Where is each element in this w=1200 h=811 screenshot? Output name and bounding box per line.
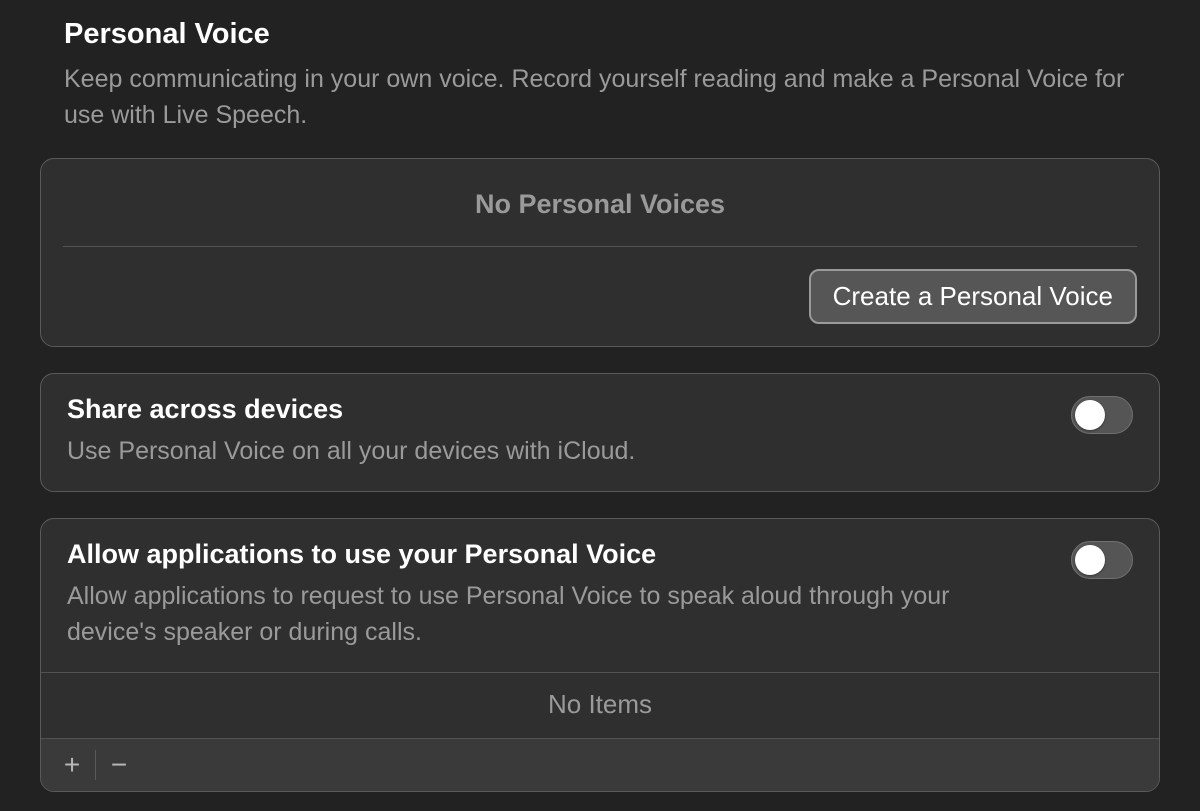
personal-voice-pane: Personal Voice Keep communicating in you… bbox=[0, 0, 1200, 811]
share-across-devices-toggle[interactable] bbox=[1071, 396, 1133, 434]
allow-apps-text: Allow applications to use your Personal … bbox=[67, 539, 1071, 651]
add-app-button[interactable]: + bbox=[49, 745, 95, 785]
personal-voices-empty-text: No Personal Voices bbox=[41, 159, 1159, 246]
allow-apps-description: Allow applications to request to use Per… bbox=[67, 578, 1041, 651]
share-across-devices-title: Share across devices bbox=[67, 394, 1041, 425]
create-personal-voice-button[interactable]: Create a Personal Voice bbox=[809, 269, 1137, 324]
toggle-knob bbox=[1075, 545, 1105, 575]
share-across-devices-row: Share across devices Use Personal Voice … bbox=[41, 374, 1159, 491]
personal-voices-actions: Create a Personal Voice bbox=[41, 247, 1159, 346]
pane-description: Keep communicating in your own voice. Re… bbox=[64, 61, 1136, 134]
share-across-devices-text: Share across devices Use Personal Voice … bbox=[67, 394, 1071, 469]
share-across-devices-card: Share across devices Use Personal Voice … bbox=[40, 373, 1160, 492]
plus-icon: + bbox=[64, 749, 80, 781]
apps-list-empty-text: No Items bbox=[41, 673, 1159, 738]
pane-title: Personal Voice bbox=[64, 18, 1136, 51]
minus-icon: − bbox=[111, 749, 127, 781]
pane-header: Personal Voice Keep communicating in you… bbox=[40, 18, 1160, 158]
share-across-devices-description: Use Personal Voice on all your devices w… bbox=[67, 433, 1041, 469]
personal-voices-card: No Personal Voices Create a Personal Voi… bbox=[40, 158, 1160, 347]
allow-apps-row: Allow applications to use your Personal … bbox=[41, 519, 1159, 673]
allow-apps-title: Allow applications to use your Personal … bbox=[67, 539, 1041, 570]
remove-app-button[interactable]: − bbox=[96, 745, 142, 785]
allow-apps-toggle[interactable] bbox=[1071, 541, 1133, 579]
allow-apps-card: Allow applications to use your Personal … bbox=[40, 518, 1160, 793]
toggle-knob bbox=[1075, 400, 1105, 430]
apps-list-footer: + − bbox=[41, 738, 1159, 791]
